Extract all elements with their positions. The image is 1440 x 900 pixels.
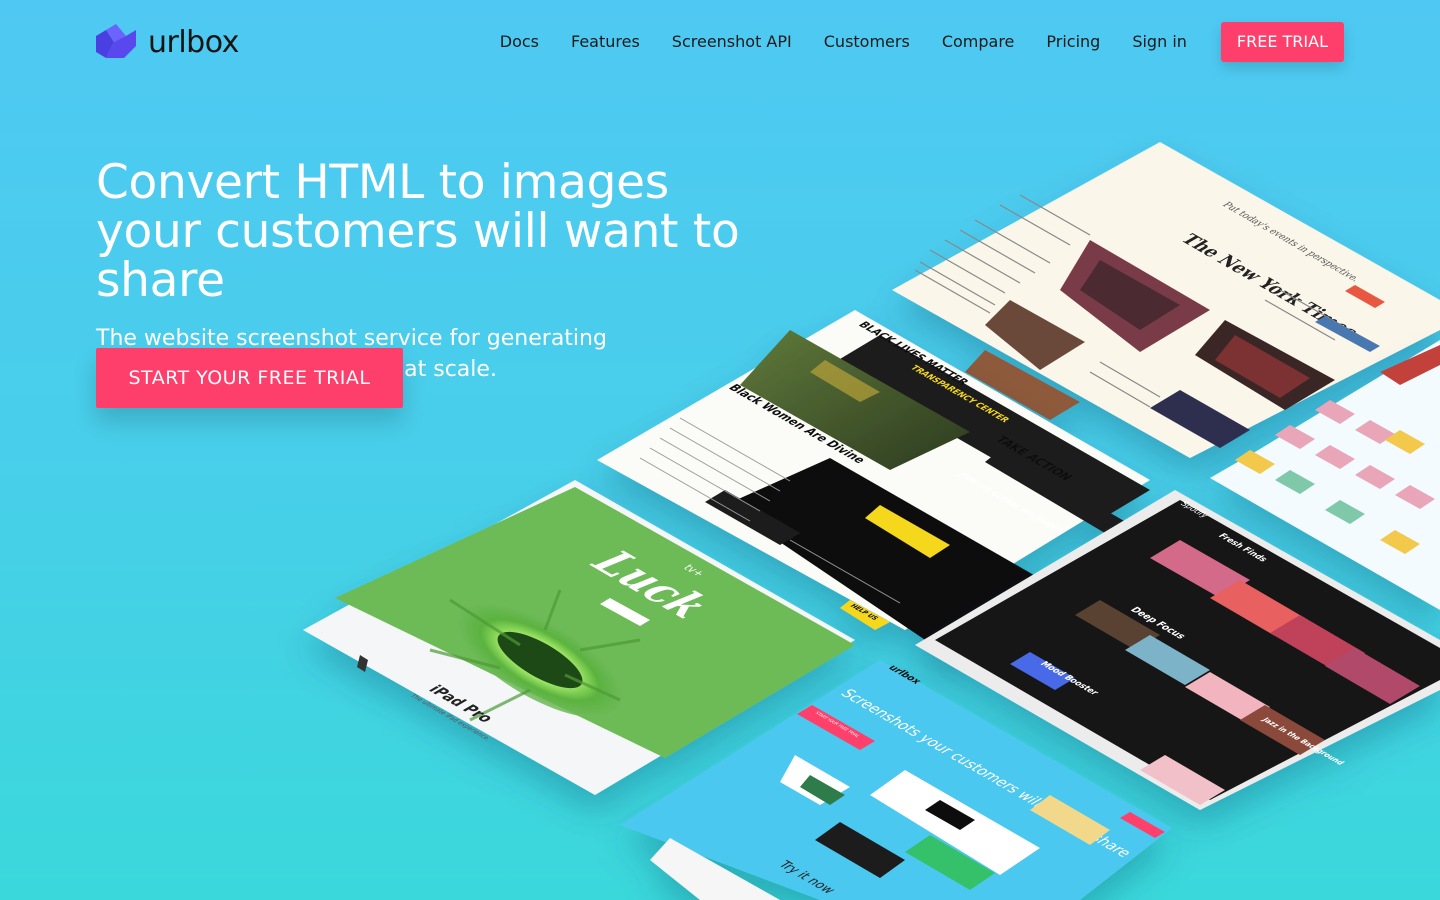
- hero-title: Convert HTML to images your customers wi…: [96, 155, 740, 308]
- start-free-trial-button[interactable]: START YOUR FREE TRIAL: [96, 348, 403, 408]
- screenshot-collage: The New York Times Put today's events in…: [303, 142, 1440, 900]
